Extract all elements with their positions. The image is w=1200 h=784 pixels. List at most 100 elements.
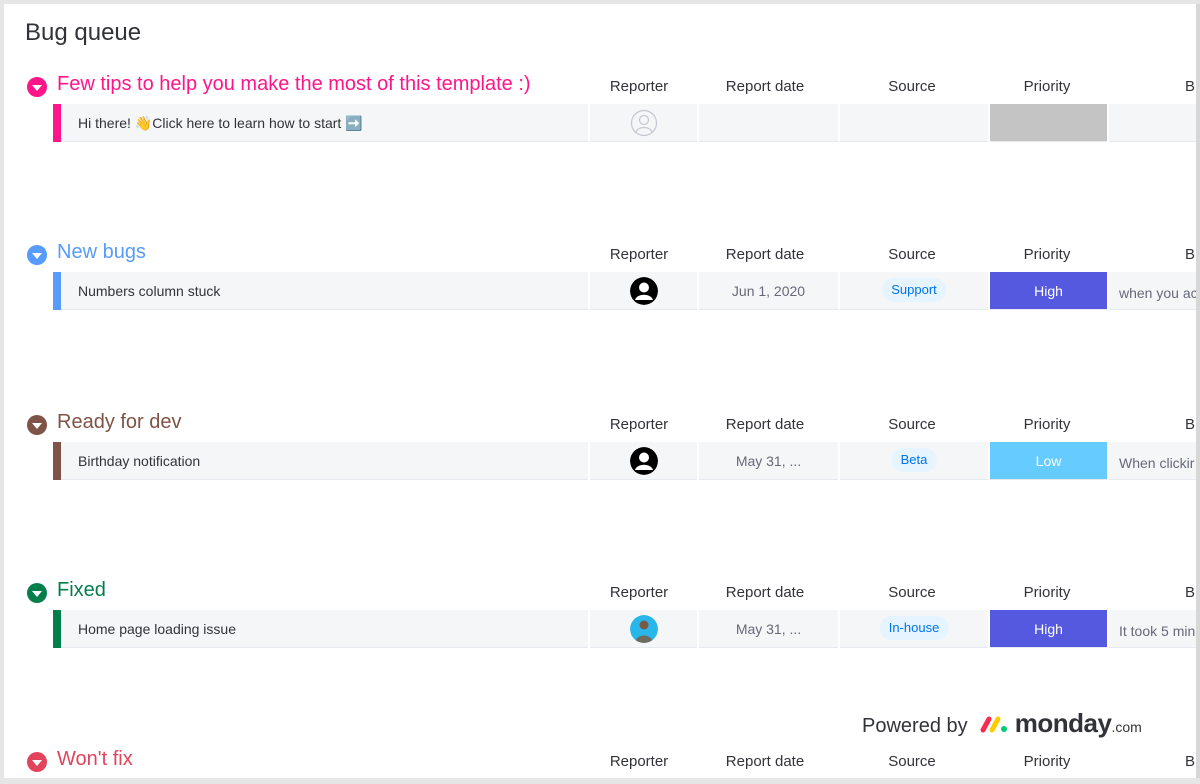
reporter-cell[interactable] (590, 272, 697, 310)
column-header-next[interactable]: B (1180, 78, 1196, 95)
group-title[interactable]: Few tips to help you make the most of th… (57, 73, 531, 96)
monday-brand-suffix: .com (1111, 719, 1142, 735)
person-icon[interactable] (629, 447, 658, 475)
reporter-cell[interactable] (590, 442, 697, 480)
group-header: New bugs Reporter Report date Source Pri… (4, 238, 1196, 268)
description-text: When clickir (1119, 455, 1195, 471)
priority-cell[interactable]: Low (990, 442, 1107, 480)
source-cell[interactable]: Support (840, 272, 988, 310)
priority-cell[interactable]: High (990, 610, 1107, 648)
monday-logo-icon (980, 716, 1008, 733)
report-date-cell[interactable] (699, 104, 838, 142)
source-tag[interactable]: In-house (879, 616, 949, 640)
column-header-reporter[interactable]: Reporter (584, 416, 694, 433)
column-header-source[interactable]: Source (837, 753, 987, 770)
collapse-toggle-icon[interactable] (27, 752, 47, 772)
empty-person-icon[interactable] (630, 109, 658, 137)
column-header-reporter[interactable]: Reporter (584, 753, 694, 770)
item-name[interactable]: Numbers column stuck (78, 283, 220, 299)
column-header-report-date[interactable]: Report date (694, 78, 836, 95)
column-header-priority[interactable]: Priority (989, 246, 1105, 263)
report-date: Jun 1, 2020 (731, 283, 806, 299)
priority-cell[interactable]: High (990, 272, 1107, 310)
column-header-next[interactable]: B (1180, 753, 1196, 770)
item-name[interactable]: Birthday notification (78, 453, 200, 469)
column-header-priority[interactable]: Priority (989, 78, 1105, 95)
source-tag[interactable]: Support (882, 278, 946, 302)
powered-by-label: Powered by (862, 715, 968, 737)
column-header-source[interactable]: Source (837, 246, 987, 263)
board: Bug queue Few tips to help you make the … (4, 4, 1196, 778)
group-header: Few tips to help you make the most of th… (4, 70, 1196, 100)
report-date-cell[interactable]: Jun 1, 2020 (699, 272, 838, 310)
description-text: It took 5 min (1119, 623, 1196, 639)
description-cell[interactable]: When clickir (1109, 442, 1196, 480)
scrollbar[interactable] (1196, 4, 1200, 778)
group-color-bar (53, 610, 61, 648)
column-header-source[interactable]: Source (837, 416, 987, 433)
group-header: Ready for dev Reporter Report date Sourc… (4, 408, 1196, 438)
report-date: May 31, ... (735, 621, 802, 637)
group-color-bar (53, 272, 61, 310)
column-header-report-date[interactable]: Report date (694, 753, 836, 770)
priority-label: High (1034, 621, 1063, 637)
description-cell[interactable] (1109, 104, 1196, 142)
column-header-source[interactable]: Source (837, 78, 987, 95)
priority-label: Low (1035, 453, 1062, 469)
report-date-cell[interactable]: May 31, ... (699, 442, 838, 480)
collapse-toggle-icon[interactable] (27, 415, 47, 435)
group-color-bar (53, 442, 61, 480)
description-cell[interactable]: when you ac (1109, 272, 1196, 310)
column-header-report-date[interactable]: Report date (694, 584, 836, 601)
group-header: Fixed Reporter Report date Source Priori… (4, 576, 1196, 606)
column-header-next[interactable]: B (1180, 584, 1196, 601)
column-header-report-date[interactable]: Report date (694, 416, 836, 433)
user-photo-avatar[interactable] (629, 615, 658, 643)
priority-label: High (1034, 283, 1063, 299)
item-name[interactable]: Hi there! 👋Click here to learn how to st… (78, 115, 363, 132)
collapse-toggle-icon[interactable] (27, 245, 47, 265)
item-row[interactable]: Hi there! 👋Click here to learn how to st… (53, 104, 1196, 142)
reporter-cell[interactable] (590, 104, 697, 142)
item-row[interactable]: Birthday notification May 31, ... Beta L… (53, 442, 1196, 480)
item-row[interactable]: Home page loading issue May 31, ... In-h… (53, 610, 1196, 648)
report-date: May 31, ... (735, 453, 802, 469)
group-title[interactable]: Won't fix (57, 748, 133, 771)
item-name[interactable]: Home page loading issue (78, 621, 236, 637)
column-header-reporter[interactable]: Reporter (584, 246, 694, 263)
group-title[interactable]: Fixed (57, 579, 106, 602)
item-name-cell[interactable]: Home page loading issue (61, 610, 588, 648)
column-header-priority[interactable]: Priority (989, 584, 1105, 601)
priority-cell[interactable] (990, 104, 1107, 142)
column-header-priority[interactable]: Priority (989, 416, 1105, 433)
group-header: Won't fix Reporter Report date Source Pr… (4, 745, 1196, 775)
monday-brand: monday (1014, 708, 1112, 738)
item-row[interactable]: Numbers column stuck Jun 1, 2020 Support… (53, 272, 1196, 310)
source-tag[interactable]: Beta (891, 448, 937, 472)
collapse-toggle-icon[interactable] (27, 583, 47, 603)
collapse-toggle-icon[interactable] (27, 77, 47, 97)
source-cell[interactable] (840, 104, 988, 142)
powered-by-badge[interactable]: Powered by monday.com (862, 708, 1142, 739)
source-cell[interactable]: In-house (840, 610, 988, 648)
group-title[interactable]: Ready for dev (57, 411, 182, 434)
column-header-next[interactable]: B (1180, 246, 1196, 263)
column-header-reporter[interactable]: Reporter (584, 584, 694, 601)
item-name-cell[interactable]: Birthday notification (61, 442, 588, 480)
description-cell[interactable]: It took 5 min (1109, 610, 1196, 648)
column-header-reporter[interactable]: Reporter (584, 78, 694, 95)
column-header-next[interactable]: B (1180, 416, 1196, 433)
description-text: when you ac (1119, 285, 1196, 301)
source-cell[interactable]: Beta (840, 442, 988, 480)
report-date-cell[interactable]: May 31, ... (699, 610, 838, 648)
column-header-source[interactable]: Source (837, 584, 987, 601)
group-title[interactable]: New bugs (57, 241, 146, 264)
column-header-priority[interactable]: Priority (989, 753, 1105, 770)
item-name-cell[interactable]: Hi there! 👋Click here to learn how to st… (61, 104, 588, 142)
person-icon[interactable] (629, 277, 658, 305)
reporter-cell[interactable] (590, 610, 697, 648)
column-header-report-date[interactable]: Report date (694, 246, 836, 263)
item-name-cell[interactable]: Numbers column stuck (61, 272, 588, 310)
board-title: Bug queue (25, 19, 142, 46)
group-color-bar (53, 104, 61, 142)
